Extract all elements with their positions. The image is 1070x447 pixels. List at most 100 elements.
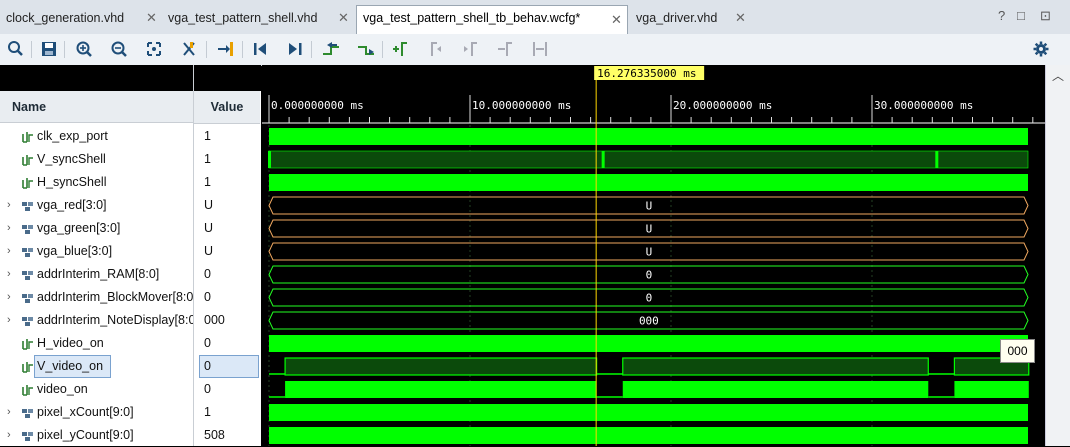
expand-chevron-icon[interactable]: › xyxy=(7,286,11,309)
signal-value-row[interactable]: 0 xyxy=(194,378,260,401)
signal-value-row[interactable]: U xyxy=(194,194,260,217)
bus-value-label: U xyxy=(646,223,653,236)
signal-value: U xyxy=(204,221,214,235)
signal-name: pixel_yCount[9:0] xyxy=(37,428,134,442)
signal-row[interactable]: H_syncShell xyxy=(0,171,193,194)
go-to-time-zero-icon[interactable] xyxy=(249,39,271,59)
time-tick-label: 0.000000000 ms xyxy=(271,99,364,112)
signal-row[interactable]: › vga_green[3:0] xyxy=(0,217,193,240)
tab-vga-test-pattern-shell[interactable]: vga_test_pattern_shell.vhd ✕ xyxy=(162,6,354,30)
signal-value-row[interactable]: U xyxy=(194,240,260,263)
signal-row[interactable]: › vga_blue[3:0] xyxy=(0,240,193,263)
zoom-fit-icon[interactable] xyxy=(143,39,165,59)
scroll-up-icon[interactable]: ︿ xyxy=(1052,67,1064,84)
previous-marker-icon[interactable] xyxy=(424,39,446,59)
bit-low-region xyxy=(268,150,1029,169)
signal-row[interactable]: › addrInterim_RAM[8:0] xyxy=(0,263,193,286)
signal-value: 0 xyxy=(204,382,211,396)
signal-value-row[interactable]: 1 xyxy=(194,148,260,171)
waveform-canvas[interactable]: 0.000000000 ms 10.000000000 ms 20.00000000… xyxy=(262,65,1045,446)
sync-pulse xyxy=(935,151,939,168)
waveform-area[interactable]: 0.000000000 ms 10.000000000 ms 20.00000000… xyxy=(262,65,1045,446)
expand-chevron-icon[interactable]: › xyxy=(7,240,11,263)
signal-row[interactable]: V_video_on xyxy=(0,355,193,378)
maximize-icon[interactable]: ⊡ xyxy=(1040,8,1051,24)
signal-name: addrInterim_RAM[8:0] xyxy=(37,267,160,281)
signal-value-row[interactable]: 0 xyxy=(194,286,260,309)
signal-value-row[interactable]: 508 xyxy=(194,424,260,447)
signal-row[interactable]: clk_exp_port xyxy=(0,125,193,148)
signal-value-row[interactable]: 0 xyxy=(194,263,260,286)
bus-signal-icon xyxy=(22,248,33,257)
signal-value-row[interactable]: 000 xyxy=(194,309,260,332)
bus-value-label: 0 xyxy=(646,292,653,305)
save-icon[interactable] xyxy=(38,39,60,59)
close-icon[interactable]: ✕ xyxy=(146,6,157,30)
search-icon[interactable] xyxy=(5,39,27,59)
tab-vga-driver[interactable]: vga_driver.vhd ✕ xyxy=(630,6,754,30)
help-icon[interactable]: ? xyxy=(998,8,1005,23)
signal-row[interactable]: › vga_red[3:0] xyxy=(0,194,193,217)
value-column-header[interactable]: Value xyxy=(194,91,260,124)
marker-add-icon[interactable] xyxy=(214,39,236,59)
expand-chevron-icon[interactable]: › xyxy=(7,217,11,240)
signal-value: 508 xyxy=(204,428,225,442)
next-marker-icon[interactable] xyxy=(459,39,481,59)
toolbar-separator xyxy=(31,41,32,58)
expand-chevron-icon[interactable]: › xyxy=(7,194,11,217)
go-to-last-time-icon[interactable] xyxy=(284,39,306,59)
bit-high-region xyxy=(269,404,1028,421)
signal-value-row[interactable]: 0 xyxy=(194,332,260,355)
sync-pulse xyxy=(268,151,271,168)
bit-high-region xyxy=(269,427,1028,444)
swap-cursors-icon[interactable] xyxy=(494,39,516,59)
signal-value-row[interactable]: 1 xyxy=(194,125,260,148)
signal-name: vga_red[3:0] xyxy=(37,198,107,212)
close-icon[interactable]: ✕ xyxy=(735,6,746,30)
expand-chevron-icon[interactable]: › xyxy=(7,424,11,447)
previous-transition-icon[interactable] xyxy=(320,39,342,59)
snap-to-transition-icon[interactable] xyxy=(529,39,551,59)
next-transition-icon[interactable] xyxy=(355,39,377,59)
close-icon[interactable]: ✕ xyxy=(611,8,622,32)
signal-row[interactable]: › addrInterim_NoteDisplay[8:0] xyxy=(0,309,199,332)
signal-value: 0 xyxy=(204,290,211,304)
zoom-out-icon[interactable] xyxy=(108,39,130,59)
tab-label: vga_driver.vhd xyxy=(636,11,718,25)
cursor-to-zero-icon[interactable] xyxy=(178,39,200,59)
close-icon[interactable]: ✕ xyxy=(338,6,349,30)
tab-vga-test-pattern-shell-tb-wcfg[interactable]: vga_test_pattern_shell_tb_behav.wcfg* ✕ xyxy=(356,5,628,34)
expand-chevron-icon[interactable]: › xyxy=(7,309,11,332)
signal-value: U xyxy=(204,198,214,212)
zoom-in-icon[interactable] xyxy=(73,39,95,59)
tab-clock-generation[interactable]: clock_generation.vhd ✕ xyxy=(0,6,160,30)
bit-signal-icon xyxy=(22,155,33,166)
expand-chevron-icon[interactable]: › xyxy=(7,401,11,424)
signal-value-row[interactable]: 1 xyxy=(194,171,260,194)
signal-value-row[interactable]: 1 xyxy=(194,401,260,424)
vertical-scrollbar[interactable]: ︿ xyxy=(1045,65,1070,446)
name-column-header[interactable]: Name xyxy=(0,91,193,123)
bus-signal-icon xyxy=(22,202,33,211)
bit-high-region xyxy=(269,174,1028,191)
settings-gear-icon[interactable] xyxy=(1030,39,1052,59)
bus-value-label: 0 xyxy=(646,269,653,282)
signal-row[interactable]: › addrInterim_BlockMover[8:0] xyxy=(0,286,197,309)
signal-name: addrInterim_BlockMover[8:0] xyxy=(37,290,197,304)
signal-row[interactable]: › pixel_xCount[9:0] xyxy=(0,401,193,424)
signal-name: addrInterim_NoteDisplay[8:0] xyxy=(37,313,199,327)
signal-value: 000 xyxy=(204,313,225,327)
signal-name: H_syncShell xyxy=(37,175,107,189)
signal-value-row[interactable]: U xyxy=(194,217,260,240)
signal-row[interactable]: V_syncShell xyxy=(0,148,193,171)
expand-chevron-icon[interactable]: › xyxy=(7,263,11,286)
bus-signal-icon xyxy=(22,271,33,280)
add-marker-icon[interactable] xyxy=(389,39,411,59)
bit-high-region xyxy=(269,335,1028,352)
signal-value-row[interactable]: 0 xyxy=(194,355,260,378)
signal-row[interactable]: H_video_on xyxy=(0,332,193,355)
bit-high-region xyxy=(284,357,598,376)
signal-row[interactable]: video_on xyxy=(0,378,193,401)
restore-icon[interactable]: □ xyxy=(1017,8,1025,23)
signal-row[interactable]: › pixel_yCount[9:0] xyxy=(0,424,193,447)
